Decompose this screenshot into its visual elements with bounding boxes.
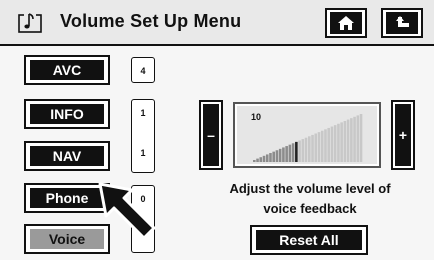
reset-all-label: Reset All [256, 230, 362, 250]
volume-bar [291, 143, 295, 162]
volume-bar-graph [253, 114, 363, 162]
reset-all-button[interactable]: Reset All [250, 225, 368, 255]
volume-bar [308, 136, 311, 162]
volume-bar [253, 160, 256, 162]
info-level-value: 1 [140, 108, 146, 118]
nav-level-value: 1 [140, 148, 146, 158]
minus-icon: – [203, 104, 219, 166]
title-bar: Volume Set Up Menu [0, 0, 434, 46]
volume-bar [272, 151, 275, 162]
volume-bar [269, 153, 272, 162]
menu-info-label: INFO [30, 104, 104, 124]
volume-bar [304, 137, 308, 162]
volume-bar [282, 147, 285, 162]
pointer-arrow-icon [98, 182, 156, 240]
back-arrow-icon [396, 16, 409, 27]
avc-level-box: 4 [131, 57, 155, 83]
volume-bar [327, 127, 330, 162]
volume-bar [320, 130, 324, 162]
volume-bar [350, 118, 353, 162]
volume-bar [333, 125, 337, 162]
menu-avc-label: AVC [30, 60, 104, 80]
volume-bar [259, 157, 263, 162]
volume-bar [353, 116, 356, 162]
volume-description-line1: Adjust the volume level of [229, 181, 391, 196]
menu-avc-button[interactable]: AVC [24, 55, 110, 85]
volume-bar [278, 148, 282, 162]
volume-bar [301, 139, 305, 162]
volume-bar [314, 133, 318, 162]
volume-description-line2: voice feedback [263, 201, 357, 216]
volume-bar [343, 120, 347, 162]
volume-bar [340, 122, 343, 162]
plus-icon: + [395, 104, 411, 166]
volume-increase-button[interactable]: + [391, 100, 415, 170]
volume-bar [262, 155, 266, 162]
menu-info-button[interactable]: INFO [24, 99, 110, 129]
volume-bar [311, 134, 314, 162]
volume-decrease-button[interactable]: – [199, 100, 223, 170]
volume-bar [288, 144, 292, 162]
avc-level-value: 4 [140, 66, 146, 76]
menu-nav-label: NAV [30, 146, 104, 166]
volume-bar [285, 146, 288, 162]
volume-bar [317, 132, 321, 162]
volume-bar [324, 129, 327, 162]
home-icon [338, 16, 354, 30]
volume-bar [295, 141, 298, 162]
volume-bar [359, 114, 363, 162]
volume-bar [337, 123, 340, 162]
back-button[interactable] [381, 8, 423, 38]
menu-nav-button[interactable]: NAV [24, 141, 110, 171]
info-nav-level-box: 1 1 [131, 99, 155, 173]
volume-bar [275, 150, 279, 162]
volume-level-display: 10 [233, 102, 381, 168]
volume-bar [256, 158, 259, 162]
page-title: Volume Set Up Menu [60, 11, 242, 31]
volume-bar [356, 115, 360, 162]
volume-setup-screen: Volume Set Up Menu AVC 4 INFO 1 1 NAV Ph… [0, 0, 434, 260]
volume-bar [265, 154, 269, 162]
home-button[interactable] [325, 8, 367, 38]
volume-bar [346, 119, 350, 162]
volume-bar [330, 126, 334, 162]
music-note-icon [18, 12, 42, 33]
volume-bar [298, 140, 301, 162]
